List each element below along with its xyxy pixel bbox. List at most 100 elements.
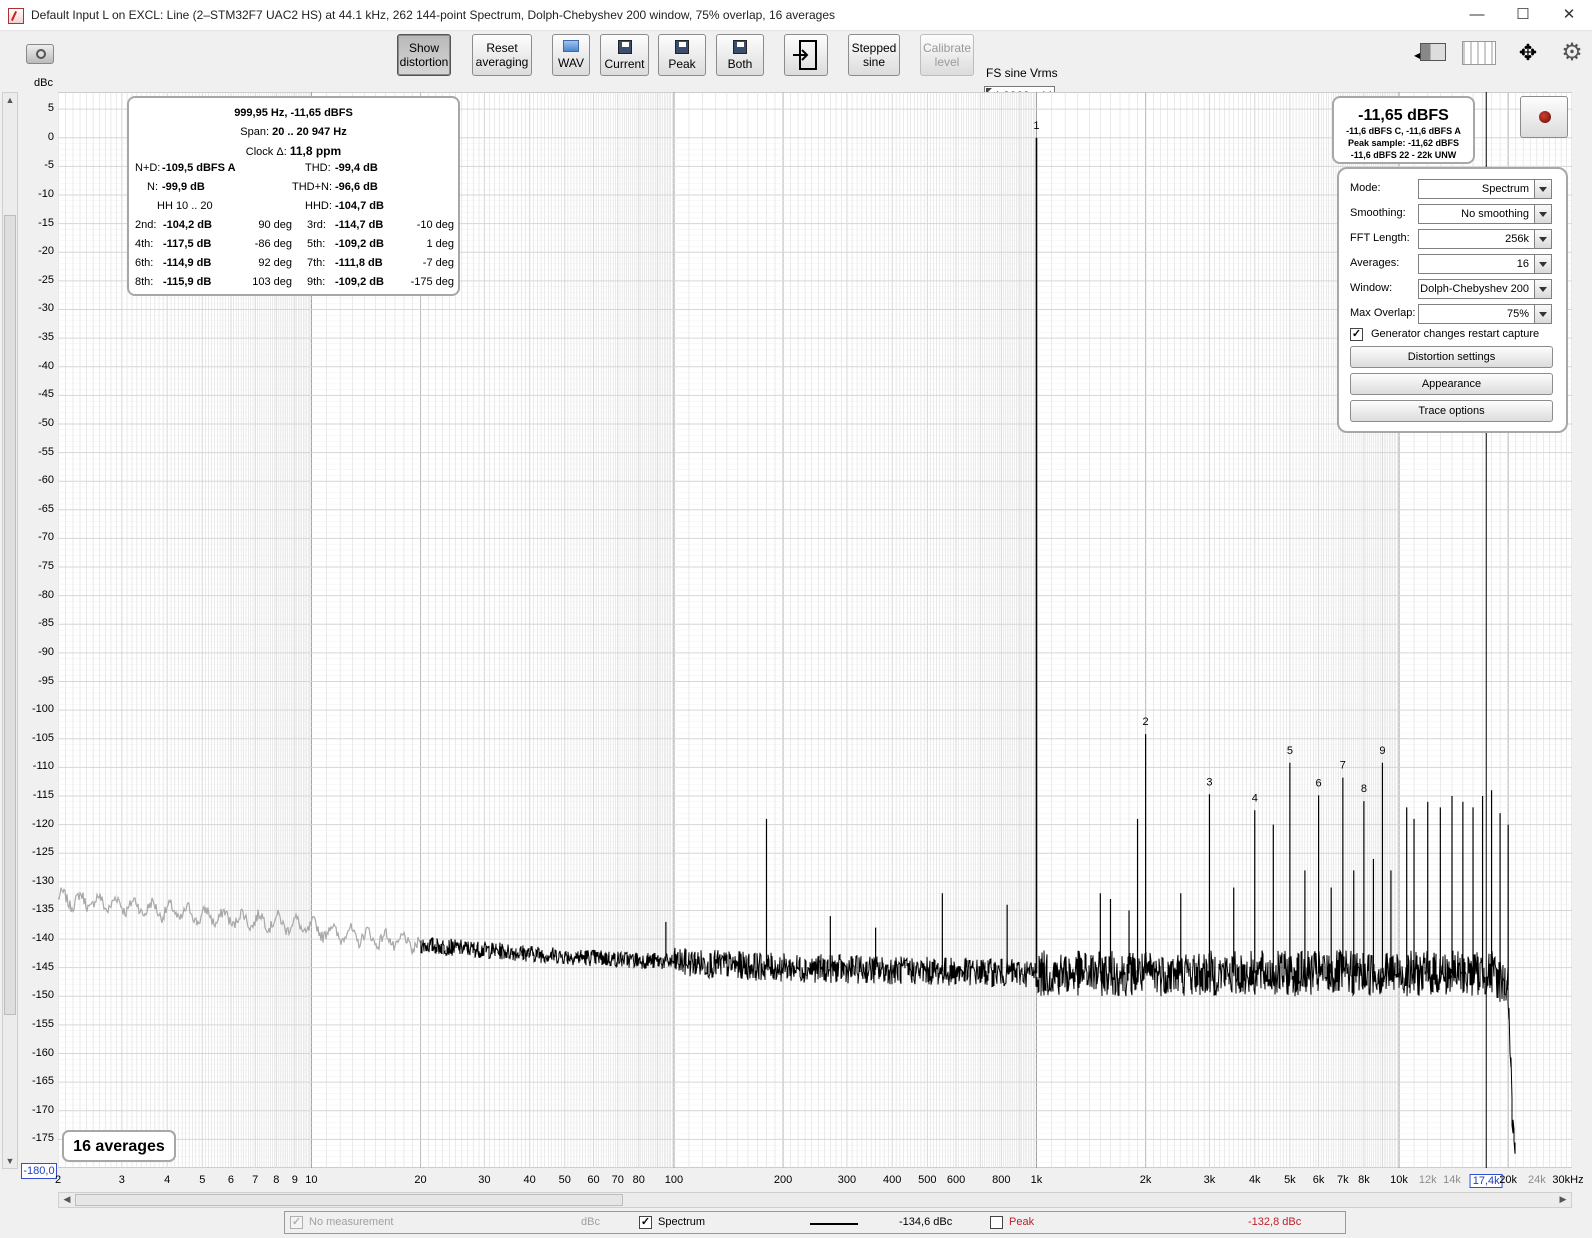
scroll-down-icon[interactable]: ▼	[3, 1156, 17, 1166]
show-distortion-button[interactable]: Show distortion	[397, 34, 451, 76]
save-peak-button[interactable]: Peak	[658, 34, 706, 76]
folder-icon	[563, 40, 579, 52]
clock-readout: Clock Δ: 11,8 ppm	[129, 144, 458, 158]
x-tick-label: 20	[414, 1174, 427, 1186]
mode-select[interactable]: Spectrum	[1418, 179, 1552, 199]
record-button[interactable]	[1520, 96, 1568, 138]
x-tick-label: 60	[587, 1174, 600, 1186]
harmonic-phase: -86 deg	[254, 238, 292, 250]
harmonic-marker: 3	[1206, 776, 1212, 788]
scroll-up-icon[interactable]: ▲	[3, 95, 17, 105]
wav-button[interactable]: WAV	[552, 34, 590, 76]
save-both-button[interactable]: Both	[716, 34, 764, 76]
y-tick-label: -170	[31, 1103, 54, 1116]
scroll-left-icon[interactable]: ◀	[60, 1194, 74, 1205]
trace-options-button[interactable]: Trace options	[1350, 400, 1553, 422]
peak-checkbox[interactable]	[990, 1216, 1003, 1229]
thd-value: -99,4 dB	[335, 162, 378, 174]
title-bar: Default Input L on EXCL: Line (2–STM32F7…	[0, 0, 1592, 31]
harmonic-value: -109,2 dB	[335, 238, 384, 250]
fft-length-select[interactable]: 256k	[1418, 229, 1552, 249]
y-tick-label: -125	[31, 846, 54, 859]
y-tick-label: -115	[32, 788, 54, 801]
horizontal-scrollbar[interactable]: ◀ ▶	[58, 1192, 1572, 1208]
y-tick-label: -155	[31, 1017, 54, 1030]
vertical-scrollbar[interactable]: ▲ ▼	[2, 92, 18, 1169]
expand-arrows-icon[interactable]: ✥	[1510, 39, 1546, 67]
window-value: Dolph-Chebyshev 200	[1420, 283, 1529, 295]
harmonic-phase: 1 deg	[426, 238, 454, 250]
x-tick-label: 4	[164, 1174, 171, 1186]
calibrate-level-button[interactable]: Calibrate level	[920, 34, 974, 76]
import-icon	[793, 40, 817, 70]
y-tick-label: -130	[31, 874, 54, 887]
stepped-sine-button[interactable]: Stepped sine	[848, 34, 900, 76]
y-min-field[interactable]: -180,0	[21, 1163, 57, 1179]
panel-layout-icon[interactable]: ◀	[1414, 41, 1450, 67]
x-tick-label: 100	[664, 1174, 684, 1186]
level-unweighted: -11,6 dBFS 22 - 22k UNW	[1350, 150, 1457, 160]
y-tick-label: -5	[44, 159, 54, 172]
y-tick-label: -175	[31, 1132, 54, 1145]
y-tick-label: -160	[31, 1046, 54, 1059]
x-tick-label: 80	[632, 1174, 645, 1186]
harmonic-marker: 1	[1033, 120, 1039, 132]
smoothing-select[interactable]: No smoothing	[1418, 204, 1552, 224]
window-select[interactable]: Dolph-Chebyshev 200	[1418, 279, 1552, 299]
max-overlap-label: Max Overlap:	[1350, 307, 1416, 319]
chevron-down-icon[interactable]	[1534, 305, 1551, 323]
y-tick-label: -35	[38, 331, 54, 344]
camera-icon[interactable]	[26, 44, 54, 64]
peak-label: Peak	[1009, 1216, 1035, 1228]
harmonic-marker: 6	[1316, 777, 1322, 789]
no-measurement-checkbox[interactable]: ✓	[290, 1216, 303, 1229]
y-tick-label: -55	[38, 445, 54, 458]
y-tick-label: -140	[31, 932, 54, 945]
save-current-button[interactable]: Current	[600, 34, 649, 76]
chevron-down-icon[interactable]	[1534, 205, 1551, 223]
maximize-button[interactable]: ☐	[1500, 0, 1546, 31]
fft-length-label: FFT Length:	[1350, 232, 1410, 244]
scroll-right-icon[interactable]: ▶	[1556, 1194, 1570, 1205]
chevron-down-icon[interactable]	[1534, 255, 1551, 273]
spectrum-checkbox[interactable]: ✓	[639, 1216, 652, 1229]
import-button[interactable]	[784, 34, 828, 76]
chevron-down-icon[interactable]	[1534, 280, 1551, 298]
y-tick-label: -85	[38, 617, 54, 630]
x-tick-label: 300	[837, 1174, 857, 1186]
reset-averaging-button[interactable]: Reset averaging	[472, 34, 532, 76]
smoothing-value: No smoothing	[1461, 208, 1529, 220]
save-icon	[617, 39, 632, 54]
harmonic-value: -109,2 dB	[335, 276, 384, 288]
fft-length-value: 256k	[1505, 233, 1529, 245]
gear-icon[interactable]: ⚙	[1558, 39, 1586, 67]
x-tick-label: 17,4k	[1469, 1174, 1503, 1188]
averages-badge: 16 averages	[62, 1130, 176, 1162]
x-tick-label: 6k	[1312, 1174, 1325, 1186]
harmonic-value: -104,2 dB	[163, 219, 212, 231]
harmonic-marker: 9	[1379, 745, 1385, 757]
record-icon	[1539, 111, 1551, 123]
columns-icon[interactable]	[1462, 41, 1496, 65]
hhd-value: -104,7 dB	[335, 200, 384, 212]
minimize-button[interactable]: —	[1454, 0, 1500, 31]
y-tick-label: -25	[38, 273, 54, 286]
generator-restart-checkbox[interactable]: ✓	[1350, 328, 1363, 341]
level-main: -11,65 dBFS	[1358, 107, 1449, 124]
close-button[interactable]: ✕	[1546, 0, 1592, 31]
appearance-button[interactable]: Appearance	[1350, 373, 1553, 395]
vertical-scroll-thumb[interactable]	[4, 215, 16, 1015]
chevron-down-icon[interactable]	[1534, 230, 1551, 248]
thdn-value: -96,6 dB	[335, 181, 378, 193]
y-tick-label: -30	[38, 302, 54, 315]
x-tick-label: 400	[883, 1174, 902, 1186]
no-measurement-label: No measurement	[309, 1216, 394, 1228]
chevron-down-icon[interactable]	[1534, 180, 1551, 198]
x-tick-label: 200	[773, 1174, 793, 1186]
y-tick-label: -95	[38, 674, 54, 687]
averages-select[interactable]: 16	[1418, 254, 1552, 274]
horizontal-scroll-thumb[interactable]	[75, 1194, 623, 1206]
max-overlap-select[interactable]: 75%	[1418, 304, 1552, 324]
x-tick-label: 600	[946, 1174, 966, 1186]
distortion-settings-button[interactable]: Distortion settings	[1350, 346, 1553, 368]
